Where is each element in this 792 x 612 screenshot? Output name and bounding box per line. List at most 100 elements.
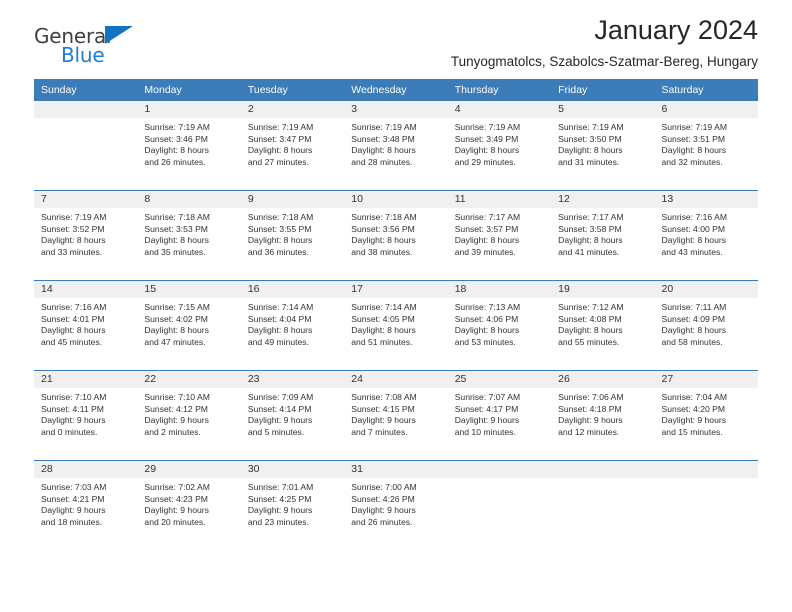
day-cell-28[interactable]: 28 Sunrise: 7:03 AM Sunset: 4:21 PM Dayligh… xyxy=(34,461,138,544)
day-cell-23[interactable]: 23 Sunrise: 7:09 AM Sunset: 4:14 PM Dayligh… xyxy=(240,371,345,454)
daylight-text-line2: and 27 minutes. xyxy=(247,156,309,167)
day-number: 3 xyxy=(344,101,448,118)
day-cell-18[interactable]: 18 Sunrise: 7:13 AM Sunset: 4:06 PM Dayligh… xyxy=(447,281,552,364)
day-number: 11 xyxy=(447,191,552,208)
day-cell-16[interactable]: 16 Sunrise: 7:14 AM Sunset: 4:04 PM Dayligh… xyxy=(240,281,345,364)
sunrise-text: Sunrise: 7:19 AM xyxy=(558,122,624,132)
month-calendar: Sunday Monday Tuesday Wednesday Thursday Frid… xyxy=(34,79,758,544)
day-cell-9[interactable]: 9 Sunrise: 7:18 AM Sunset: 3:55 PM Daylight… xyxy=(240,191,345,274)
day-cell: 25 Sunrise: 7:07 AM Sunset: 4:17 PM Dayligh… xyxy=(447,370,552,454)
day-cell-10[interactable]: 10 Sunrise: 7:18 AM Sunset: 3:56 PM Dayligh… xyxy=(344,191,448,274)
weekday-header-saturday: Saturday xyxy=(654,79,758,101)
day-number: 4 xyxy=(447,101,552,118)
day-cell: 6 Sunrise: 7:19 AM Sunset: 3:51 PM Daylight… xyxy=(654,101,758,184)
daylight-text-line1: Daylight: 8 hours xyxy=(558,325,623,336)
daylight-text-line1: Daylight: 8 hours xyxy=(247,145,313,156)
day-number: 20 xyxy=(654,281,758,298)
day-cell-29[interactable]: 29 Sunrise: 7:02 AM Sunset: 4:23 PM Dayligh… xyxy=(137,461,241,544)
daylight-text-line2: and 0 minutes. xyxy=(41,426,98,437)
day-cell-13[interactable]: 13 Sunrise: 7:16 AM Sunset: 4:00 PM Dayligh… xyxy=(654,191,758,274)
day-cell-25[interactable]: 25 Sunrise: 7:07 AM Sunset: 4:17 PM Dayligh… xyxy=(447,371,552,454)
day-number: 31 xyxy=(344,461,448,478)
day-cell-19[interactable]: 19 Sunrise: 7:12 AM Sunset: 4:08 PM Dayligh… xyxy=(551,281,655,364)
triangle-icon xyxy=(105,26,133,44)
day-cell: 28 Sunrise: 7:03 AM Sunset: 4:21 PM Dayligh… xyxy=(34,460,138,544)
day-cell: 29 Sunrise: 7:02 AM Sunset: 4:23 PM Dayligh… xyxy=(137,460,241,544)
daylight-text-line2: and 31 minutes. xyxy=(558,156,620,167)
daylight-text-line2: and 26 minutes. xyxy=(351,516,413,527)
sunset-text: Sunset: 3:53 PM xyxy=(144,223,208,234)
day-cell-4[interactable]: 4 Sunrise: 7:19 AM Sunset: 3:49 PM Daylight… xyxy=(447,101,552,184)
day-cell: 11 Sunrise: 7:17 AM Sunset: 3:57 PM Dayligh… xyxy=(447,190,552,274)
day-cell-2[interactable]: 2 Sunrise: 7:19 AM Sunset: 3:47 PM Daylight… xyxy=(240,101,345,184)
day-cell-1[interactable]: 1 Sunrise: 7:19 AM Sunset: 3:46 PM Daylight… xyxy=(137,101,241,184)
day-sun-info: Sunrise: 7:10 AM Sunset: 4:12 PM Daylight:… xyxy=(137,388,240,438)
day-cell: 1 Sunrise: 7:19 AM Sunset: 3:46 PM Daylight… xyxy=(137,101,241,184)
day-sun-info: Sunrise: 7:14 AM Sunset: 4:04 PM Daylight:… xyxy=(241,298,344,348)
week-row: 1 Sunrise: 7:19 AM Sunset: 3:46 PM Daylight… xyxy=(34,101,758,184)
day-sun-info: Sunrise: 7:04 AM Sunset: 4:20 PM Daylight:… xyxy=(655,388,758,438)
day-cell-30[interactable]: 30 Sunrise: 7:01 AM Sunset: 4:25 PM Dayligh… xyxy=(240,461,345,544)
day-number: 17 xyxy=(344,281,448,298)
day-cell-26[interactable]: 26 Sunrise: 7:06 AM Sunset: 4:18 PM Dayligh… xyxy=(551,371,655,454)
day-cell-14[interactable]: 14 Sunrise: 7:16 AM Sunset: 4:01 PM Dayligh… xyxy=(34,281,138,364)
day-cell: 4 Sunrise: 7:19 AM Sunset: 3:49 PM Daylight… xyxy=(447,101,552,184)
daylight-text-line2: and 29 minutes. xyxy=(454,156,516,167)
day-number: 15 xyxy=(137,281,241,298)
sunset-text: Sunset: 3:58 PM xyxy=(558,223,622,234)
daylight-text-line2: and 12 minutes. xyxy=(558,426,620,437)
day-cell-27[interactable]: 27 Sunrise: 7:04 AM Sunset: 4:20 PM Dayligh… xyxy=(654,371,758,454)
day-number: 6 xyxy=(654,101,758,118)
day-number: 13 xyxy=(654,191,758,208)
daylight-text-line2: and 55 minutes. xyxy=(558,336,620,347)
daylight-text-line1: Daylight: 9 hours xyxy=(247,505,313,516)
day-cell-6[interactable]: 6 Sunrise: 7:19 AM Sunset: 3:51 PM Daylight… xyxy=(654,101,758,184)
sunset-text: Sunset: 3:48 PM xyxy=(351,133,415,144)
day-cell-15[interactable]: 15 Sunrise: 7:15 AM Sunset: 4:02 PM Dayligh… xyxy=(137,281,241,364)
daylight-text-line2: and 23 minutes. xyxy=(247,516,309,527)
daylight-text-line2: and 58 minutes. xyxy=(661,336,723,347)
daylight-text-line2: and 20 minutes. xyxy=(144,516,206,527)
day-cell-31[interactable]: 31 Sunrise: 7:00 AM Sunset: 4:26 PM Dayligh… xyxy=(344,461,448,544)
day-cell-21[interactable]: 21 Sunrise: 7:10 AM Sunset: 4:11 PM Dayligh… xyxy=(34,371,138,454)
day-cell: 26 Sunrise: 7:06 AM Sunset: 4:18 PM Dayligh… xyxy=(551,370,655,454)
day-cell-22[interactable]: 22 Sunrise: 7:10 AM Sunset: 4:12 PM Dayligh… xyxy=(137,371,241,454)
sunset-text: Sunset: 3:47 PM xyxy=(247,133,312,144)
daylight-text-line2: and 28 minutes. xyxy=(351,156,413,167)
day-number: 30 xyxy=(240,461,345,478)
sunset-text: Sunset: 3:55 PM xyxy=(247,223,312,234)
daylight-text-line1: Daylight: 8 hours xyxy=(454,325,520,336)
daylight-text-line1: Daylight: 8 hours xyxy=(41,325,106,336)
day-sun-info: Sunrise: 7:19 AM Sunset: 3:46 PM Daylight:… xyxy=(137,118,240,168)
day-cell: 19 Sunrise: 7:12 AM Sunset: 4:08 PM Dayligh… xyxy=(551,280,655,364)
daylight-text-line1: Daylight: 8 hours xyxy=(247,235,313,246)
sunrise-text: Sunrise: 7:16 AM xyxy=(41,302,107,312)
day-cell-20[interactable]: 20 Sunrise: 7:11 AM Sunset: 4:09 PM Dayligh… xyxy=(654,281,758,364)
page-header: General Blue January 2024 Tunyogmatolcs,… xyxy=(34,0,758,72)
day-cell xyxy=(551,460,655,544)
day-cell-5[interactable]: 5 Sunrise: 7:19 AM Sunset: 3:50 PM Daylight… xyxy=(551,101,655,184)
daylight-text-line2: and 45 minutes. xyxy=(41,336,103,347)
day-cell-8[interactable]: 8 Sunrise: 7:18 AM Sunset: 3:53 PM Daylight… xyxy=(137,191,241,274)
day-cell-17[interactable]: 17 Sunrise: 7:14 AM Sunset: 4:05 PM Dayligh… xyxy=(344,281,448,364)
daylight-text-line1: Daylight: 8 hours xyxy=(144,235,209,246)
daylight-text-line1: Daylight: 8 hours xyxy=(351,325,416,336)
sunrise-text: Sunrise: 7:13 AM xyxy=(454,302,521,312)
week-row: 14 Sunrise: 7:16 AM Sunset: 4:01 PM Dayligh… xyxy=(34,280,758,364)
day-number xyxy=(654,461,758,478)
day-cell-7[interactable]: 7 Sunrise: 7:19 AM Sunset: 3:52 PM Daylight… xyxy=(34,191,138,274)
sunrise-text: Sunrise: 7:08 AM xyxy=(351,392,417,402)
weekday-header-monday: Monday xyxy=(137,79,241,101)
sunrise-text: Sunrise: 7:18 AM xyxy=(247,212,314,222)
day-sun-info: Sunrise: 7:16 AM Sunset: 4:00 PM Daylight:… xyxy=(655,208,758,258)
sunrise-text: Sunrise: 7:18 AM xyxy=(351,212,417,222)
daylight-text-line1: Daylight: 8 hours xyxy=(661,145,727,156)
daylight-text-line1: Daylight: 9 hours xyxy=(454,415,520,426)
day-cell-11[interactable]: 11 Sunrise: 7:17 AM Sunset: 3:57 PM Dayligh… xyxy=(447,191,552,274)
daylight-text-line1: Daylight: 8 hours xyxy=(558,145,623,156)
day-cell-3[interactable]: 3 Sunrise: 7:19 AM Sunset: 3:48 PM Daylight… xyxy=(344,101,448,184)
day-sun-info: Sunrise: 7:17 AM Sunset: 3:58 PM Daylight:… xyxy=(551,208,654,258)
day-sun-info: Sunrise: 7:08 AM Sunset: 4:15 PM Daylight:… xyxy=(344,388,447,438)
day-cell-12[interactable]: 12 Sunrise: 7:17 AM Sunset: 3:58 PM Dayligh… xyxy=(551,191,655,274)
day-cell-24[interactable]: 24 Sunrise: 7:08 AM Sunset: 4:15 PM Dayligh… xyxy=(344,371,448,454)
